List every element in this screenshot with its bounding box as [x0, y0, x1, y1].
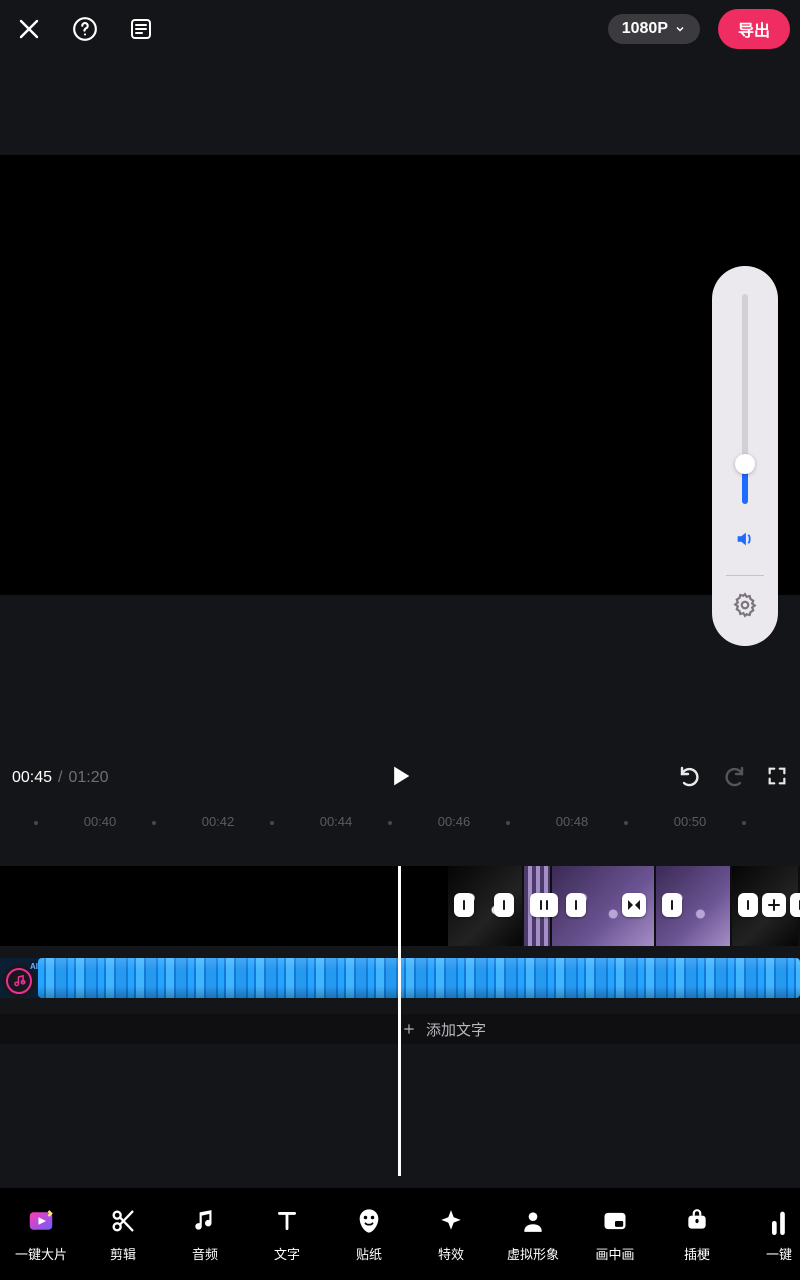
tool-onekey2[interactable]: 一键: [738, 1206, 800, 1263]
export-label: 导出: [738, 23, 770, 40]
marker-badge[interactable]: [662, 893, 682, 917]
marker-badge[interactable]: [566, 893, 586, 917]
marker-badge[interactable]: [454, 893, 474, 917]
ruler-tick: 00:44: [312, 814, 430, 829]
ai-tag: AI: [30, 962, 38, 971]
meme-icon: [684, 1206, 710, 1236]
total-duration: 01:20: [69, 769, 109, 787]
ruler-tick: 0: [784, 814, 800, 829]
resolution-selector[interactable]: 1080P: [608, 14, 700, 44]
ruler-label: 8: [0, 814, 6, 829]
tool-label: 插梗: [684, 1244, 710, 1263]
tool-edit[interactable]: 剪辑: [82, 1206, 164, 1263]
tool-label: 音频: [192, 1244, 218, 1263]
current-time: 00:45: [12, 769, 52, 787]
tool-onekey[interactable]: 一键大片: [0, 1206, 82, 1263]
volume-thumb[interactable]: [735, 454, 755, 474]
ruler-tick: 00:40: [76, 814, 194, 829]
ruler-tick: 8: [0, 814, 76, 829]
ruler-label: 00:48: [548, 814, 596, 829]
tool-label: 虚拟形象: [507, 1244, 559, 1263]
playhead[interactable]: [398, 866, 401, 1176]
play-button[interactable]: [386, 762, 414, 795]
sticker-icon: [355, 1206, 383, 1236]
time-ruler[interactable]: 8 00:40 00:42 00:44 00:46 00:48 00:50 0: [0, 808, 800, 838]
ruler-dot: [624, 821, 628, 825]
tool-label: 贴纸: [356, 1244, 382, 1263]
ruler-label: 00:40: [76, 814, 124, 829]
ruler-label: 00:50: [666, 814, 714, 829]
marker-badge[interactable]: [530, 893, 558, 917]
chevron-down-icon: [674, 23, 686, 35]
add-clip-badge[interactable]: [762, 893, 786, 917]
ruler-tick: 00:48: [548, 814, 666, 829]
undo-icon[interactable]: [678, 764, 702, 793]
timeline[interactable]: AI 添加文字: [0, 866, 800, 1176]
add-text-label: 添加文字: [426, 1019, 486, 1040]
ruler-dot: [270, 821, 274, 825]
audio-icon: [192, 1206, 218, 1236]
fx-icon: [438, 1206, 464, 1236]
ruler-tick: 00:50: [666, 814, 784, 829]
divider: [726, 575, 764, 576]
tool-label: 一键: [766, 1244, 792, 1263]
text-icon: [274, 1206, 300, 1236]
ruler-dot: [34, 821, 38, 825]
fullscreen-icon[interactable]: [766, 765, 788, 792]
transition-badge[interactable]: [622, 893, 646, 917]
tool-audio[interactable]: 音频: [164, 1206, 246, 1263]
tool-pip[interactable]: 画中画: [574, 1206, 656, 1263]
ai-music-button[interactable]: AI: [2, 964, 36, 998]
pip-icon: [601, 1206, 629, 1236]
time-separator: /: [58, 769, 62, 787]
close-icon[interactable]: [10, 10, 48, 48]
tool-label: 一键大片: [15, 1244, 67, 1263]
tool-sticker[interactable]: 贴纸: [328, 1206, 410, 1263]
tool-label: 文字: [274, 1244, 300, 1263]
marker-badge[interactable]: [494, 893, 514, 917]
tool-avatar[interactable]: 虚拟形象: [492, 1206, 574, 1263]
help-icon[interactable]: [66, 10, 104, 48]
ruler-tick: 00:42: [194, 814, 312, 829]
empty-clip: [0, 866, 398, 946]
ruler-dot: [506, 821, 510, 825]
audio-waveform[interactable]: [38, 958, 800, 998]
avatar-icon: [520, 1206, 546, 1236]
ruler-dot: [388, 821, 392, 825]
ruler-tick: 00:46: [430, 814, 548, 829]
ruler-dot: [152, 821, 156, 825]
ruler-label: 00:42: [194, 814, 242, 829]
gear-icon[interactable]: [732, 592, 758, 623]
volume-panel: [712, 266, 778, 646]
tool-meme[interactable]: 插梗: [656, 1206, 738, 1263]
ruler-label: 00:46: [430, 814, 478, 829]
marker-badge[interactable]: [790, 893, 800, 917]
ruler-label: 0: [784, 814, 800, 829]
plus-icon: [402, 1022, 416, 1036]
speaker-icon[interactable]: [734, 528, 756, 555]
onekey2-icon: [769, 1206, 789, 1236]
tool-label: 画中画: [595, 1244, 634, 1263]
export-button[interactable]: 导出: [718, 9, 790, 49]
bottom-toolbar: 一键大片 剪辑 音频 文字 贴纸 特效 虚拟形象 画中画 插梗 一键: [0, 1188, 800, 1280]
redo-icon[interactable]: [722, 764, 746, 793]
volume-slider[interactable]: [742, 294, 748, 504]
edit-icon: [109, 1206, 137, 1236]
onekey-icon: [26, 1206, 56, 1236]
ruler-label: 00:44: [312, 814, 360, 829]
ruler-dot: [742, 821, 746, 825]
marker-badge[interactable]: [738, 893, 758, 917]
resolution-label: 1080P: [622, 20, 668, 38]
tool-label: 特效: [438, 1244, 464, 1263]
tool-text[interactable]: 文字: [246, 1206, 328, 1263]
video-preview[interactable]: [0, 155, 800, 595]
tool-fx[interactable]: 特效: [410, 1206, 492, 1263]
list-icon[interactable]: [122, 10, 160, 48]
tool-label: 剪辑: [110, 1244, 136, 1263]
